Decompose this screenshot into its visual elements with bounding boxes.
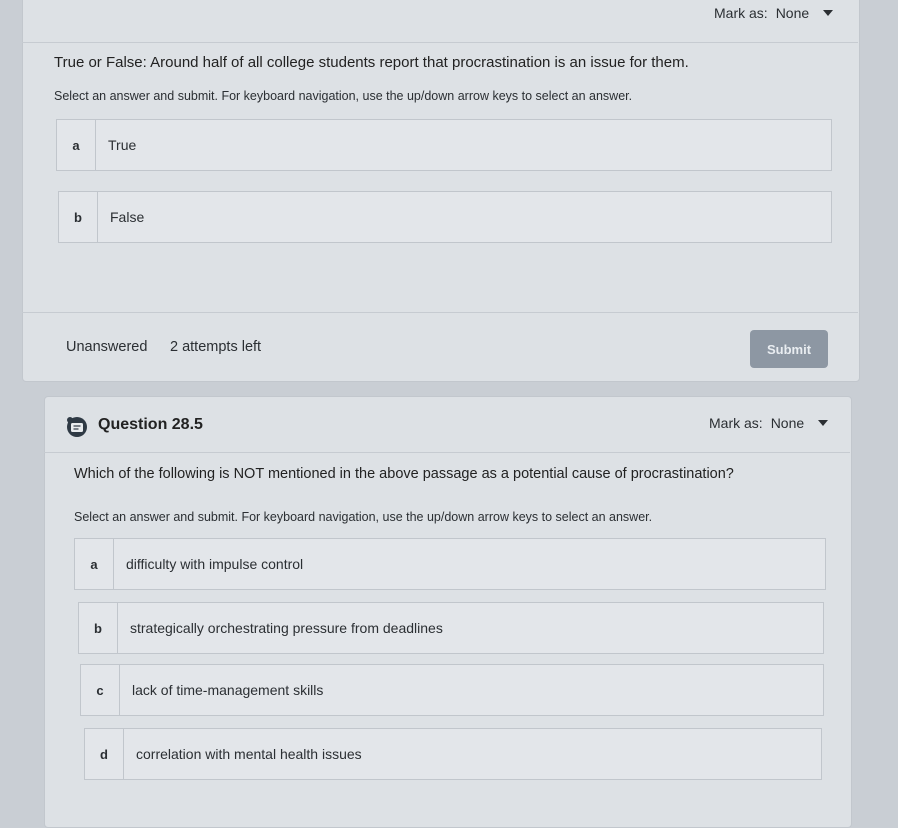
option-letter: b (59, 192, 98, 242)
option-a[interactable]: a True (56, 119, 832, 171)
question-title: Question 28.5 (98, 416, 203, 433)
quiz-question-icon (67, 417, 87, 437)
instructions: Select an answer and submit. For keyboar… (74, 510, 653, 524)
option-text: False (110, 209, 145, 225)
option-a[interactable]: a difficulty with impulse control (74, 538, 826, 590)
option-letter: a (57, 120, 96, 170)
mark-as-value: None (770, 415, 805, 431)
option-b[interactable]: b strategically orchestrating pressure f… (78, 602, 824, 654)
option-d[interactable]: d correlation with mental health issues (84, 728, 822, 780)
divider (44, 452, 850, 453)
question-text: Which of the following is NOT mentioned … (74, 466, 734, 482)
option-text: strategically orchestrating pressure fro… (130, 620, 443, 636)
chevron-down-icon (818, 420, 829, 426)
divider (22, 312, 858, 313)
option-text: lack of time-management skills (132, 682, 324, 698)
option-c[interactable]: c lack of time-management skills (80, 664, 824, 716)
option-letter: c (81, 665, 120, 715)
divider (22, 42, 858, 43)
submit-button[interactable]: Submit (750, 330, 828, 368)
mark-as-value: None (775, 5, 810, 21)
option-letter: d (85, 729, 124, 779)
option-letter: a (75, 539, 114, 589)
option-b[interactable]: b False (58, 191, 832, 243)
mark-as-dropdown-2[interactable]: Mark as: None (709, 415, 829, 431)
option-text: True (108, 137, 137, 153)
option-text: difficulty with impulse control (126, 556, 304, 572)
mark-as-label: Mark as: (714, 5, 768, 21)
option-letter: b (79, 603, 118, 653)
mark-as-label: Mark as: (709, 415, 763, 431)
chevron-down-icon (823, 10, 834, 16)
answer-status: Unanswered (66, 339, 148, 355)
option-text: correlation with mental health issues (136, 746, 362, 762)
attempts-left: 2 attempts left (170, 339, 262, 355)
instructions: Select an answer and submit. For keyboar… (54, 89, 633, 103)
question-text: True or False: Around half of all colleg… (54, 54, 689, 71)
mark-as-dropdown-1[interactable]: Mark as: None (714, 5, 834, 21)
